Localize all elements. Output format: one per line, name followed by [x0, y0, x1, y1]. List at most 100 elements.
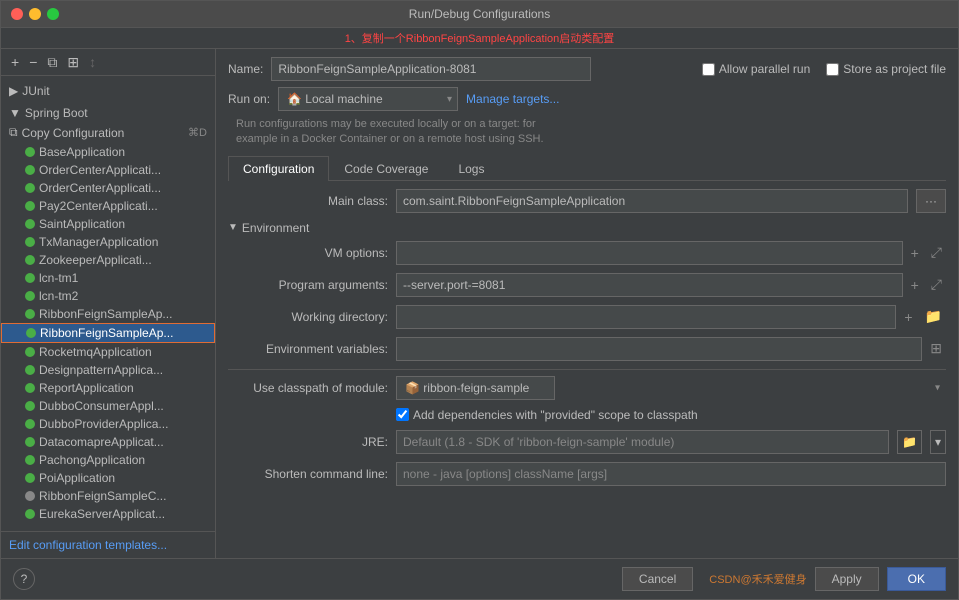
selected-list-item[interactable]: RibbonFeignSampleAp... — [1, 323, 215, 343]
item-label: PoiApplication — [39, 471, 115, 485]
copy-config-row[interactable]: ⧉ Copy Configuration ⌘D — [1, 122, 215, 143]
run-icon — [25, 273, 35, 283]
classpath-select[interactable]: 📦 ribbon-feign-sample — [396, 376, 555, 400]
run-icon — [25, 383, 35, 393]
item-label: OrderCenterApplicati... — [39, 181, 161, 195]
manage-targets-link[interactable]: Manage targets... — [466, 92, 559, 106]
list-item[interactable]: RibbonFeignSampleC... — [1, 487, 215, 505]
list-item[interactable]: DubboProviderApplica... — [1, 415, 215, 433]
list-item[interactable]: BaseApplication — [1, 143, 215, 161]
env-vars-label: Environment variables: — [228, 342, 388, 356]
vm-options-label: VM options: — [228, 246, 388, 260]
junit-arrow: ▶ — [9, 84, 18, 98]
run-icon — [25, 183, 35, 193]
list-item[interactable]: SaintApplication — [1, 215, 215, 233]
list-item[interactable]: DatacomapreApplicat... — [1, 433, 215, 451]
shorten-label: Shorten command line: — [228, 467, 388, 481]
minimize-button[interactable] — [29, 8, 41, 20]
run-icon — [25, 437, 35, 447]
info-text: Run configurations may be executed local… — [236, 117, 946, 148]
list-item[interactable]: OrderCenterApplicati... — [1, 179, 215, 197]
list-item[interactable]: DesignpatternApplica... — [1, 361, 215, 379]
add-deps-checkbox[interactable] — [396, 408, 409, 421]
jre-dropdown-button[interactable]: ▾ — [930, 430, 946, 454]
help-button[interactable]: ? — [13, 568, 35, 590]
list-item[interactable]: lcn-tm2 — [1, 287, 215, 305]
working-dir-folder-button[interactable]: 📁 — [921, 306, 946, 327]
name-row: Name: Allow parallel run Store as projec… — [228, 57, 946, 81]
list-item[interactable]: ZookeeperApplicati... — [1, 251, 215, 269]
remove-config-button[interactable]: − — [25, 53, 41, 71]
edit-templates-link[interactable]: Edit configuration templates... — [9, 538, 167, 552]
item-label: DubboConsumerAppl... — [39, 399, 164, 413]
program-args-expand-button[interactable]: ⤢ — [927, 274, 946, 295]
copy-config-button[interactable]: ⧉ — [43, 53, 61, 71]
folder-button[interactable]: ⊞ — [63, 53, 83, 71]
cancel-button[interactable]: Cancel — [622, 567, 693, 591]
junit-group-header[interactable]: ▶ JUnit — [1, 82, 215, 100]
spring-group-header[interactable]: ▼ Spring Boot — [1, 104, 215, 122]
allow-parallel-label: Allow parallel run — [719, 62, 810, 76]
vm-options-add-button[interactable]: + — [907, 243, 923, 263]
working-dir-add-button[interactable]: + — [900, 307, 916, 327]
list-item[interactable]: PoiApplication — [1, 469, 215, 487]
working-dir-row: Working directory: + 📁 — [228, 305, 946, 329]
ok-button[interactable]: OK — [887, 567, 946, 591]
form-section: Main class: ··· ▼ Environment VM options… — [228, 181, 946, 550]
maximize-button[interactable] — [47, 8, 59, 20]
sidebar-tree: ▶ JUnit ▼ Spring Boot ⧉ Copy Configurati… — [1, 76, 215, 531]
item-label: ReportApplication — [39, 381, 134, 395]
apply-button[interactable]: Apply — [815, 567, 879, 591]
list-item[interactable]: EurekaServerApplicat... — [1, 505, 215, 523]
main-class-input[interactable] — [396, 189, 908, 213]
tab-logs[interactable]: Logs — [443, 156, 499, 181]
name-input[interactable] — [271, 57, 591, 81]
item-label: RibbonFeignSampleAp... — [40, 326, 173, 340]
annotation-banner: 1、复制一个RibbonFeignSampleApplication启动类配置 — [1, 28, 958, 49]
program-args-input[interactable] — [396, 273, 903, 297]
add-config-button[interactable]: + — [7, 53, 23, 71]
list-item[interactable]: DubboConsumerAppl... — [1, 397, 215, 415]
jre-input[interactable] — [396, 430, 889, 454]
item-label: PachongApplication — [39, 453, 145, 467]
main-class-row: Main class: ··· — [228, 189, 946, 213]
item-label: BaseApplication — [39, 145, 125, 159]
header-checkboxes: Allow parallel run Store as project file — [702, 62, 946, 76]
run-icon — [25, 365, 35, 375]
list-item[interactable]: OrderCenterApplicati... — [1, 161, 215, 179]
vm-options-input[interactable] — [396, 241, 903, 265]
shorten-input[interactable] — [396, 462, 946, 486]
store-as-project-checkbox[interactable] — [826, 63, 839, 76]
list-item[interactable]: RibbonFeignSampleAp... — [1, 305, 215, 323]
list-item[interactable]: RocketmqApplication — [1, 343, 215, 361]
run-icon — [25, 419, 35, 429]
junit-label: JUnit — [22, 84, 49, 98]
env-vars-input[interactable] — [396, 337, 922, 361]
close-button[interactable] — [11, 8, 23, 20]
working-dir-input[interactable] — [396, 305, 896, 329]
jre-browse-button[interactable]: 📁 — [897, 430, 922, 454]
run-icon — [25, 219, 35, 229]
run-debug-dialog: Run/Debug Configurations 1、复制一个RibbonFei… — [0, 0, 959, 600]
program-args-add-button[interactable]: + — [907, 275, 923, 295]
main-class-browse-button[interactable]: ··· — [916, 189, 946, 213]
environment-section-header[interactable]: ▼ Environment — [228, 221, 946, 235]
tab-configuration[interactable]: Configuration — [228, 156, 329, 181]
list-item[interactable]: PachongApplication — [1, 451, 215, 469]
run-on-select[interactable]: 🏠 Local machine — [278, 87, 458, 111]
item-label: DesignpatternApplica... — [39, 363, 163, 377]
environment-label: Environment — [242, 221, 309, 235]
list-item[interactable]: Pay2CenterApplicati... — [1, 197, 215, 215]
vm-options-expand-button[interactable]: ⤢ — [927, 242, 946, 263]
env-vars-browse-button[interactable]: ⊞ — [926, 338, 946, 359]
list-item[interactable]: ReportApplication — [1, 379, 215, 397]
item-label: RibbonFeignSampleC... — [39, 489, 166, 503]
dialog-title: Run/Debug Configurations — [409, 7, 550, 21]
list-item[interactable]: TxManagerApplication — [1, 233, 215, 251]
list-item[interactable]: lcn-tm1 — [1, 269, 215, 287]
working-dir-field-group: + 📁 — [396, 305, 946, 329]
tabs-bar: Configuration Code Coverage Logs — [228, 156, 946, 181]
tab-code-coverage[interactable]: Code Coverage — [329, 156, 443, 181]
copy-icon: ⧉ — [9, 125, 18, 140]
allow-parallel-checkbox[interactable] — [702, 63, 715, 76]
